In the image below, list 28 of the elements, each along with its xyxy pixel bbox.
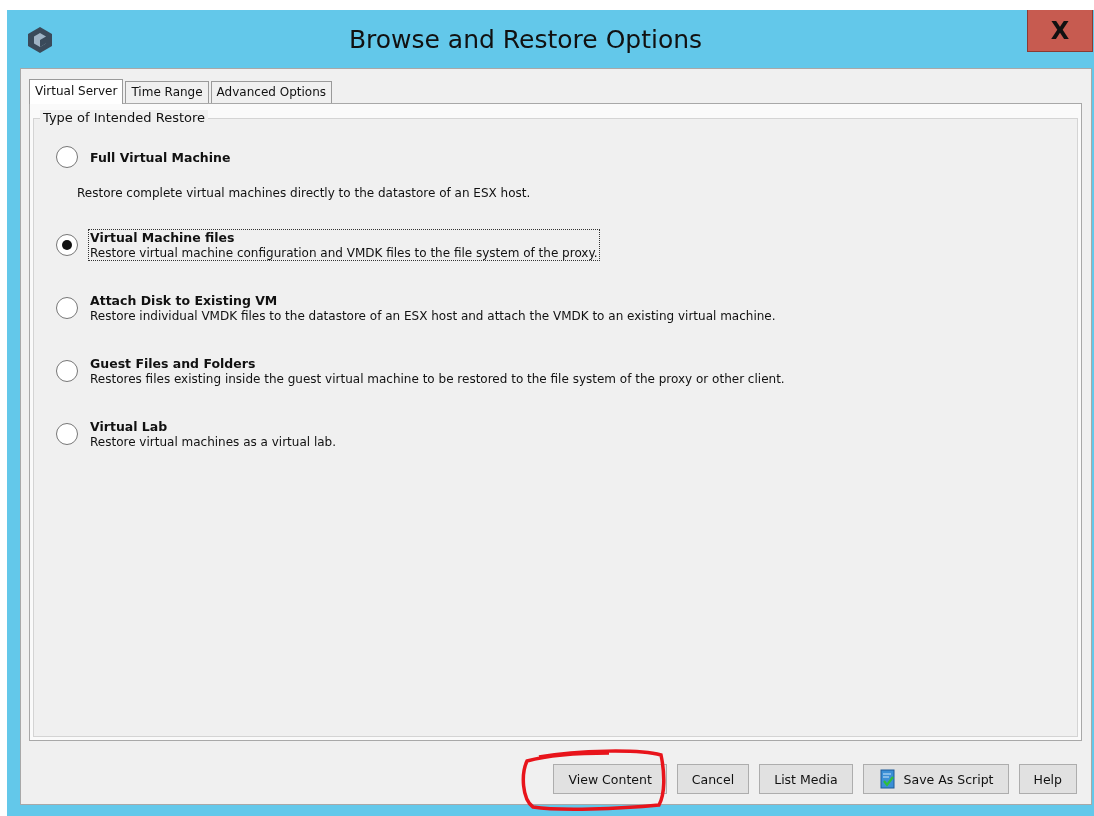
option-label: Attach Disk to Existing VM xyxy=(90,292,279,308)
tab[interactable]: Advanced Options xyxy=(210,81,332,103)
group-title: Type of Intended Restore xyxy=(40,110,209,125)
dialog-button[interactable]: List Media xyxy=(759,764,853,794)
radio-button[interactable] xyxy=(56,296,78,319)
option-label: Virtual Lab xyxy=(90,418,169,434)
dialog-button[interactable]: Cancel xyxy=(676,764,750,794)
option-label: Guest Files and Folders xyxy=(90,355,257,371)
option-description: Restores files existing inside the guest virtual machine to be restored to the file system of the proxy or other client. xyxy=(90,371,785,386)
radio-button[interactable] xyxy=(56,233,78,256)
option-description: Restore individual VMDK files to the datastore of an ESX host and attach the VMDK to an existing virtual machine. xyxy=(90,308,776,323)
dialog-button[interactable]: View Content xyxy=(553,764,667,794)
window-title: Browse and Restore Options xyxy=(348,24,703,54)
app-logo-icon xyxy=(26,26,54,54)
option-label: Full Virtual Machine xyxy=(90,149,231,165)
option-description: Restore complete virtual machines directly to the datastore of an ESX host. xyxy=(77,186,532,200)
option-label: Virtual Machine files xyxy=(90,229,236,245)
radio-button[interactable] xyxy=(56,359,78,382)
option-description: Restore virtual machine configuration and VMDK files to the file system of the proxy. xyxy=(90,245,598,260)
tab[interactable]: Time Range xyxy=(125,81,209,103)
radio-button[interactable] xyxy=(56,422,78,445)
option-description: Restore virtual machines as a virtual lab. xyxy=(90,434,337,449)
radio-button[interactable] xyxy=(56,146,78,168)
dialog-button[interactable]: Help xyxy=(1018,764,1077,794)
save-script-button[interactable]: Save As Script xyxy=(862,764,1009,794)
script-icon xyxy=(877,768,898,790)
tab[interactable]: Virtual Server xyxy=(29,79,124,104)
close-button[interactable]: X xyxy=(1027,10,1093,52)
